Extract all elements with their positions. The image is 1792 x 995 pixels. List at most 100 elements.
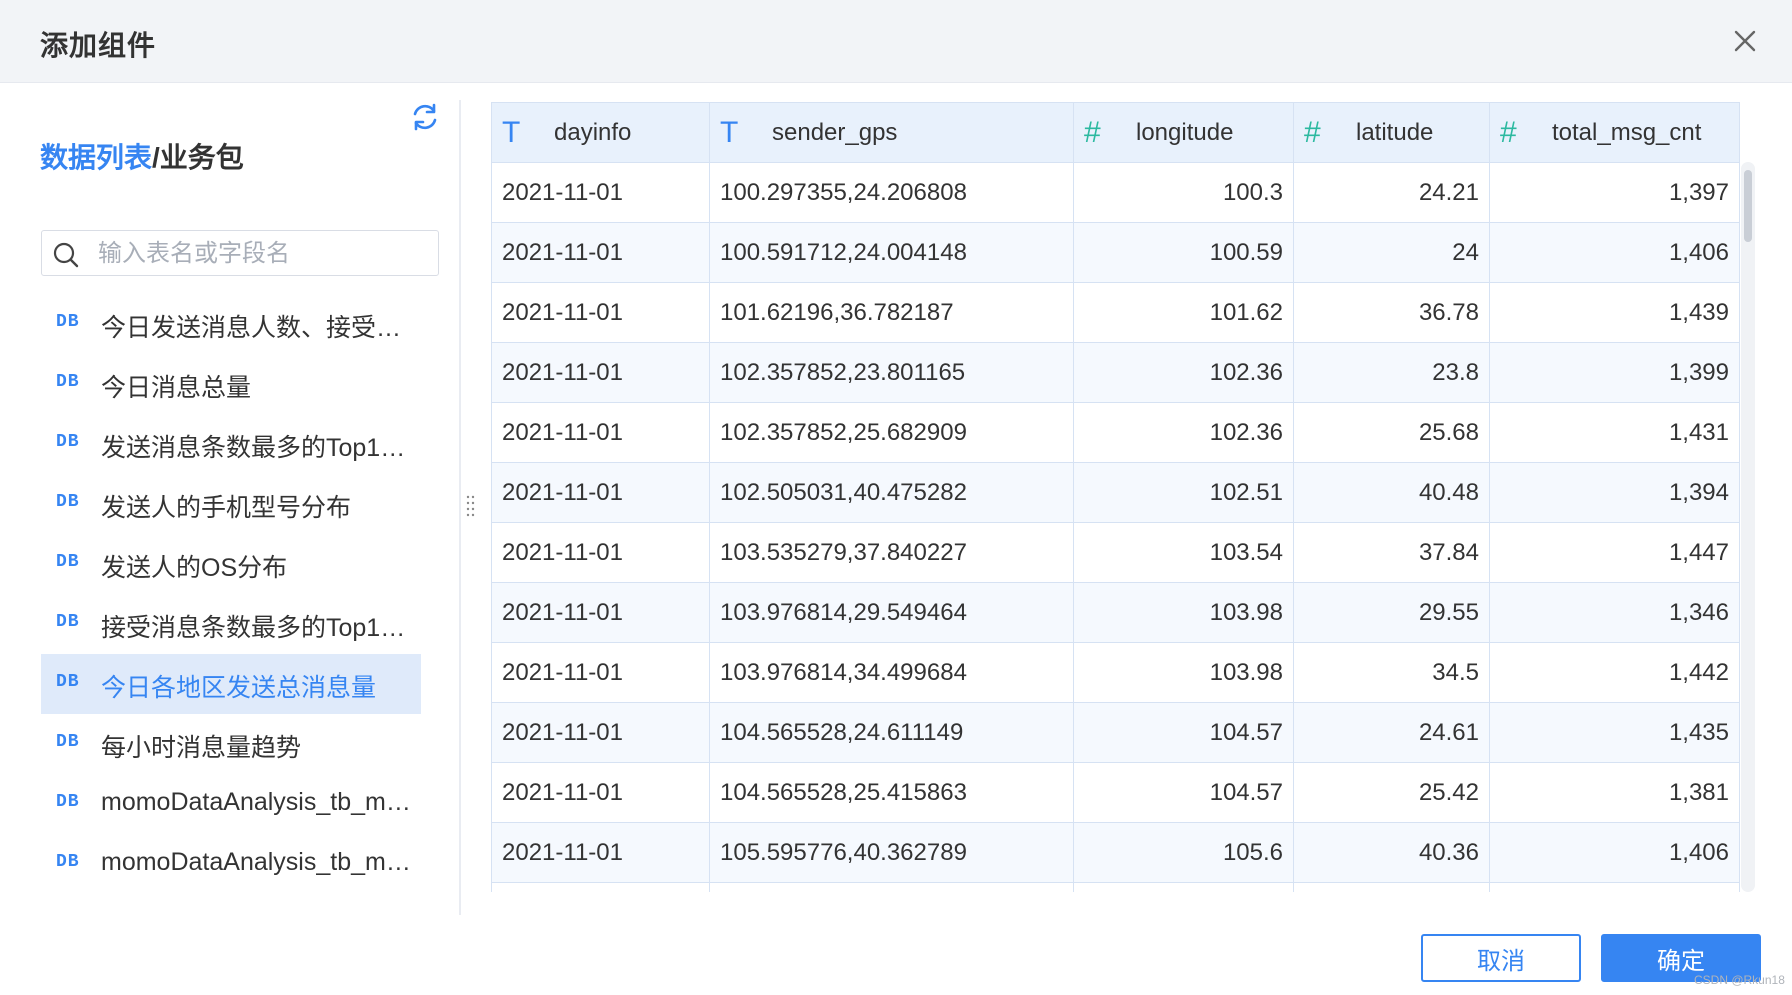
table-cell-total_msg_cnt: 1,439 bbox=[1489, 282, 1740, 343]
column-header[interactable]: Tsender_gps bbox=[709, 102, 1074, 163]
table-row: 2021-11-01 101.62196,36.782187 101.62 36.78… bbox=[491, 282, 1740, 343]
list-item[interactable]: DB momoDataAnalysis_tb_msg_source bbox=[41, 774, 421, 834]
table-cell-longitude: 102.51 bbox=[1073, 462, 1294, 523]
list-item[interactable]: DB 发送人的OS分布 bbox=[41, 534, 421, 594]
business-package-tab[interactable]: /业务包 bbox=[152, 142, 244, 173]
table-row bbox=[491, 882, 1740, 892]
table-cell-total_msg_cnt: 1,435 bbox=[1489, 702, 1740, 763]
database-icon: DB bbox=[56, 792, 80, 812]
table-cell-longitude: 105.6 bbox=[1073, 822, 1294, 883]
list-item-label: 接受消息条数最多的Top10用户 bbox=[101, 614, 415, 642]
table-cell-longitude: 102.36 bbox=[1073, 342, 1294, 403]
table-cell-sender_gps: 105.595776,40.362789 bbox=[709, 822, 1074, 883]
column-header[interactable]: # latitude bbox=[1293, 102, 1490, 163]
column-header[interactable]: Tdayinfo bbox=[491, 102, 710, 163]
table-cell-latitude: 24.21 bbox=[1293, 162, 1490, 223]
numeric-type-icon: # bbox=[1304, 115, 1321, 149]
table-row: 2021-11-01 100.591712,24.004148 100.59 24 1,… bbox=[491, 222, 1740, 283]
list-item[interactable]: DB 今日消息总量 bbox=[41, 354, 421, 414]
table-cell-latitude: 24 bbox=[1293, 222, 1490, 283]
table-row: 2021-11-01 100.297355,24.206808 100.3 24.21… bbox=[491, 162, 1740, 223]
table-row: 2021-11-01 104.565528,24.611149 104.57 24.6… bbox=[491, 702, 1740, 763]
table-cell-total_msg_cnt: 1,406 bbox=[1489, 822, 1740, 883]
search-input[interactable] bbox=[96, 237, 430, 271]
data-list-tab[interactable]: 数据列表 bbox=[40, 142, 152, 173]
list-item-label: 发送人的手机型号分布 bbox=[101, 494, 352, 522]
table-cell-latitude: 36.78 bbox=[1293, 282, 1490, 343]
table-cell-sender_gps: 104.565528,24.611149 bbox=[709, 702, 1074, 763]
database-icon: DB bbox=[56, 852, 80, 872]
text-type-icon: T bbox=[720, 115, 739, 149]
table-cell-longitude: 103.98 bbox=[1073, 642, 1294, 703]
table-cell-longitude: 103.98 bbox=[1073, 582, 1294, 643]
list-item-label: 今日发送消息人数、接受消息人数 bbox=[101, 314, 415, 342]
table-cell-dayinfo: 2021-11-01 bbox=[491, 462, 710, 523]
list-item-label: momoDataAnalysis_tb_msg_source bbox=[101, 788, 415, 816]
dialog-title: 添加组件 bbox=[40, 30, 157, 61]
list-item[interactable]: DB 发送人的手机型号分布 bbox=[41, 474, 421, 534]
database-icon: DB bbox=[56, 372, 80, 392]
refresh-icon[interactable] bbox=[410, 102, 440, 132]
table-cell-dayinfo: 2021-11-01 bbox=[491, 342, 710, 403]
scrollbar-thumb[interactable] bbox=[1744, 170, 1752, 242]
database-icon: DB bbox=[56, 312, 80, 332]
table-cell-sender_gps: 102.357852,23.801165 bbox=[709, 342, 1074, 403]
cancel-button[interactable]: 取消 bbox=[1421, 934, 1581, 982]
close-icon[interactable] bbox=[1728, 24, 1762, 58]
list-item-selected[interactable]: DB 今日各地区发送总消息量 bbox=[41, 654, 421, 714]
table-cell-dayinfo: 2021-11-01 bbox=[491, 282, 710, 343]
column-header[interactable]: # total_msg_cnt bbox=[1489, 102, 1740, 163]
table-cell-dayinfo: 2021-11-01 bbox=[491, 762, 710, 823]
list-item[interactable]: DB 每小时消息量趋势 bbox=[41, 714, 421, 774]
table-cell-sender_gps: 102.357852,25.682909 bbox=[709, 402, 1074, 463]
table-cell-longitude: 101.62 bbox=[1073, 282, 1294, 343]
search-icon bbox=[52, 241, 80, 269]
pane-divider bbox=[459, 100, 461, 915]
pane-title: 数据列表/业务包 bbox=[40, 136, 244, 176]
list-item[interactable]: DB 今日发送消息人数、接受消息人数 bbox=[41, 294, 421, 354]
table-scrollbar[interactable] bbox=[1741, 162, 1755, 892]
table-cell-latitude: 25.42 bbox=[1293, 762, 1490, 823]
table-cell-latitude: 29.55 bbox=[1293, 582, 1490, 643]
list-item[interactable]: DB momoDataAnalysis_tb_msg_target bbox=[41, 834, 421, 894]
table-cell-latitude: 34.5 bbox=[1293, 642, 1490, 703]
list-item[interactable]: DB 接受消息条数最多的Top10用户 bbox=[41, 594, 421, 654]
numeric-type-icon: # bbox=[1500, 115, 1517, 149]
table-cell-total_msg_cnt: 1,406 bbox=[1489, 222, 1740, 283]
table-cell-total_msg_cnt: 1,431 bbox=[1489, 402, 1740, 463]
database-icon: DB bbox=[56, 492, 80, 512]
table-cell-longitude bbox=[1073, 882, 1294, 892]
table-cell-dayinfo: 2021-11-01 bbox=[491, 522, 710, 583]
database-icon: DB bbox=[56, 552, 80, 572]
column-header[interactable]: # longitude bbox=[1073, 102, 1294, 163]
table-cell-total_msg_cnt: 1,442 bbox=[1489, 642, 1740, 703]
search-box bbox=[41, 230, 439, 276]
table-cell-dayinfo: 2021-11-01 bbox=[491, 162, 710, 223]
list-item-label: momoDataAnalysis_tb_msg_target bbox=[101, 848, 415, 876]
table-cell-longitude: 103.54 bbox=[1073, 522, 1294, 583]
table-cell-sender_gps: 100.297355,24.206808 bbox=[709, 162, 1074, 223]
table-cell-dayinfo: 2021-11-01 bbox=[491, 702, 710, 763]
data-preview-table: Tdayinfo Tsender_gps # longitude # latitud… bbox=[491, 102, 1741, 892]
column-name: latitude bbox=[1356, 118, 1434, 146]
database-icon: DB bbox=[56, 432, 80, 452]
table-row: 2021-11-01 103.976814,29.549464 103.98 29.5… bbox=[491, 582, 1740, 643]
resize-handle[interactable] bbox=[466, 494, 476, 520]
table-cell-total_msg_cnt: 1,399 bbox=[1489, 342, 1740, 403]
column-name: longitude bbox=[1136, 118, 1234, 146]
table-cell-dayinfo: 2021-11-01 bbox=[491, 222, 710, 283]
table-row: 2021-11-01 104.565528,25.415863 104.57 25.4… bbox=[491, 762, 1740, 823]
table-row: 2021-11-01 103.976814,34.499684 103.98 34.5… bbox=[491, 642, 1740, 703]
list-item-label: 发送人的OS分布 bbox=[101, 554, 288, 582]
table-cell-total_msg_cnt: 1,394 bbox=[1489, 462, 1740, 523]
table-list: DB 今日发送消息人数、接受消息人数 DB 今日消息总量 DB 发送消息条数最多… bbox=[41, 294, 421, 894]
table-row: 2021-11-01 102.357852,25.682909 102.36 25.6… bbox=[491, 402, 1740, 463]
table-cell-latitude: 23.8 bbox=[1293, 342, 1490, 403]
table-cell-dayinfo: 2021-11-01 bbox=[491, 582, 710, 643]
table-cell-latitude bbox=[1293, 882, 1490, 892]
table-cell-total_msg_cnt: 1,397 bbox=[1489, 162, 1740, 223]
table-cell-dayinfo bbox=[491, 882, 710, 892]
dialog-header: 添加组件 bbox=[0, 0, 1792, 83]
table-cell-sender_gps: 102.505031,40.475282 bbox=[709, 462, 1074, 523]
list-item[interactable]: DB 发送消息条数最多的Top10用户 bbox=[41, 414, 421, 474]
